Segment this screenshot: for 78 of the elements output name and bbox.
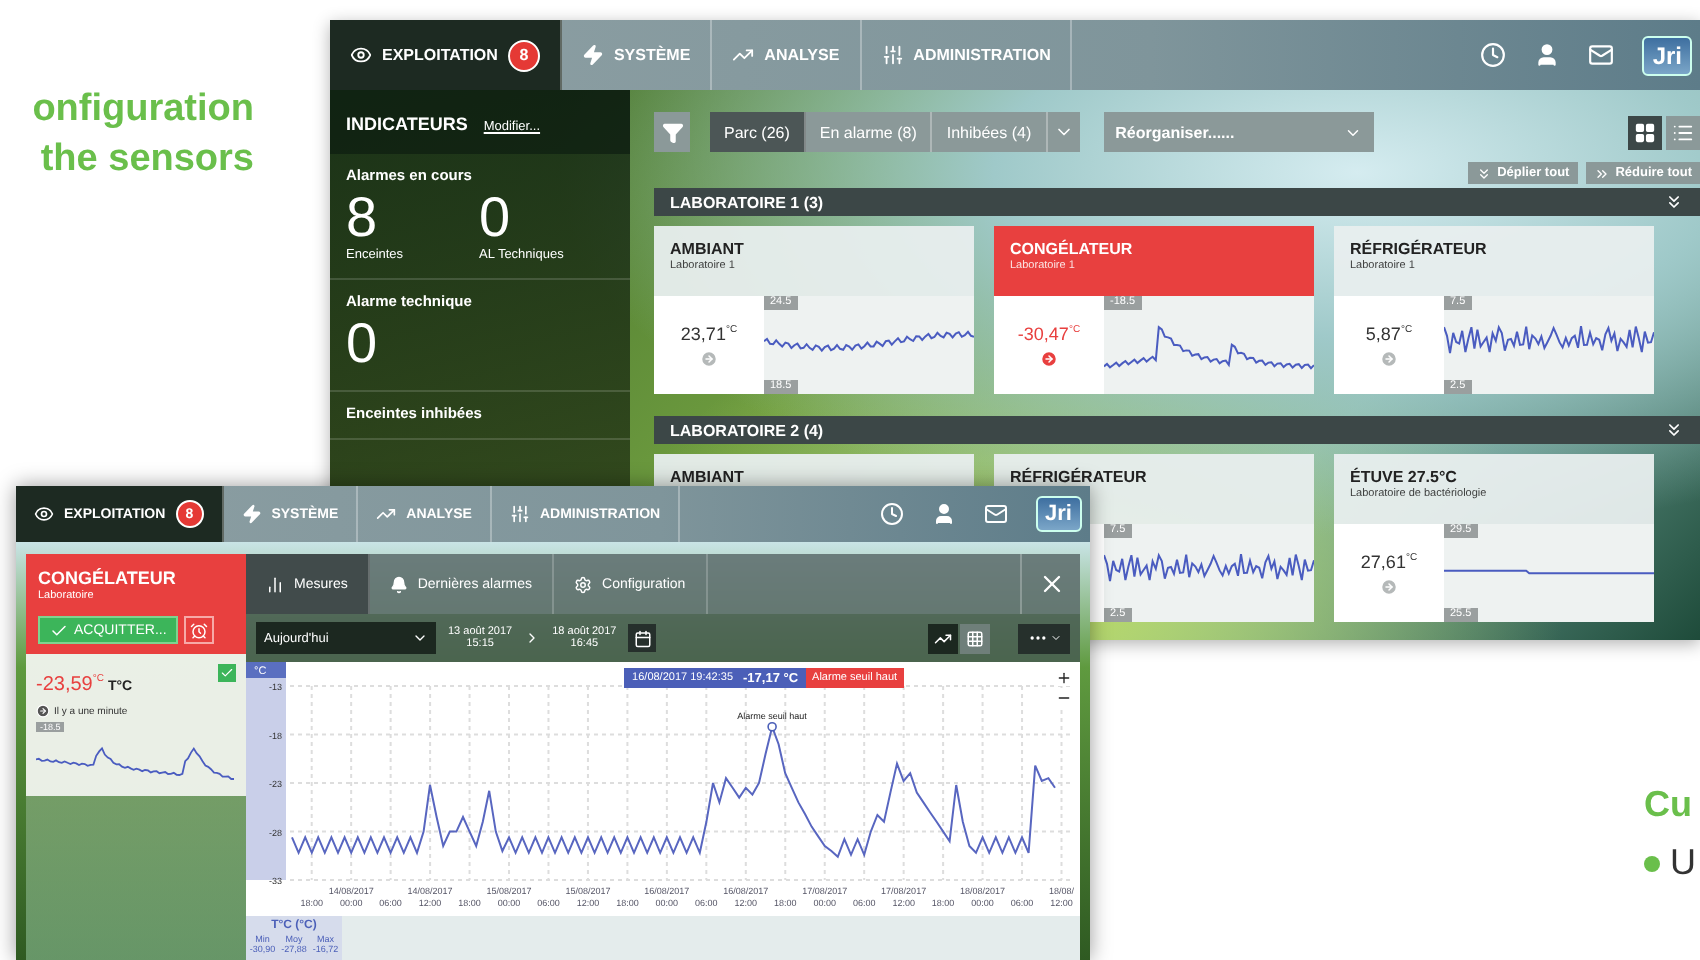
filter-tab[interactable]: Parc (26) bbox=[710, 112, 806, 152]
filter-button[interactable] bbox=[654, 112, 690, 152]
group-header[interactable]: LABORATOIRE 1 (3) bbox=[654, 188, 1700, 216]
sensor-title: CONGÉLATEUR bbox=[1010, 240, 1135, 258]
temperature-reading: 23,71$^{°C}$ bbox=[680, 323, 738, 343]
section-heading: Cu bbox=[1644, 784, 1694, 826]
table-button[interactable] bbox=[960, 623, 990, 653]
lightning-icon bbox=[241, 504, 262, 524]
bar-chart-icon bbox=[266, 575, 284, 593]
arrow-circle-icon bbox=[36, 704, 50, 718]
bullet-text: U bbox=[1670, 842, 1696, 884]
plus-icon bbox=[1055, 669, 1071, 685]
user-icon[interactable] bbox=[931, 502, 956, 526]
nav-tab[interactable]: EXPLOITATION 8 bbox=[330, 20, 562, 90]
calendar-icon bbox=[633, 629, 652, 647]
logo: Jri bbox=[1642, 35, 1692, 75]
list-icon bbox=[1672, 121, 1694, 143]
user-icon[interactable] bbox=[1534, 42, 1561, 68]
trend-line-icon bbox=[934, 629, 952, 647]
temperature-reading: -30,47$^{°C}$ bbox=[1017, 323, 1081, 343]
eye-icon bbox=[34, 504, 54, 524]
sliders-icon bbox=[509, 504, 530, 524]
heading-line: the sensors bbox=[40, 136, 254, 184]
y-axis-header bbox=[246, 662, 286, 678]
trend-line-icon bbox=[376, 504, 397, 524]
bell-icon bbox=[389, 575, 408, 593]
sensor-title: CONGÉLATEUR bbox=[38, 568, 178, 588]
chevrons-down-icon bbox=[1664, 192, 1684, 212]
settings-icon bbox=[574, 575, 593, 593]
clock-icon[interactable] bbox=[1480, 42, 1507, 68]
sliders-icon bbox=[881, 44, 904, 66]
filter-tab[interactable]: En alarme (8) bbox=[805, 112, 933, 152]
sensor-title: RÉFRIGÉRATEUR bbox=[1350, 240, 1489, 258]
chevrons-down-icon bbox=[1475, 165, 1492, 181]
alarm-count-badge: 8 bbox=[507, 39, 540, 71]
indicator-count: 0 bbox=[479, 188, 513, 248]
table-icon bbox=[966, 629, 984, 647]
alarm-clock-icon bbox=[190, 621, 209, 639]
sensor-title: RÉFRIGÉRATEUR bbox=[1010, 468, 1149, 486]
peak-marker bbox=[767, 721, 777, 732]
sensor-title: ÉTUVE 27.5°C bbox=[1350, 468, 1459, 486]
lightning-icon bbox=[581, 44, 604, 66]
filter-tab[interactable]: Inhibées (4) bbox=[932, 112, 1048, 152]
check-icon bbox=[50, 621, 68, 639]
more-options-button[interactable] bbox=[1018, 623, 1070, 653]
chevrons-right-icon bbox=[1593, 165, 1610, 181]
mail-icon[interactable] bbox=[1588, 42, 1615, 68]
check-icon bbox=[220, 666, 234, 680]
temperature-reading: -23,59$^{°C}$ bbox=[36, 674, 104, 696]
group-header[interactable]: LABORATOIRE 2 (4) bbox=[654, 416, 1700, 444]
grid-view-button[interactable] bbox=[1628, 115, 1662, 149]
sensor-title: AMBIANT bbox=[670, 240, 746, 258]
clock-icon[interactable] bbox=[879, 502, 904, 526]
alarm-clock-button[interactable] bbox=[184, 616, 215, 644]
line-chart-button[interactable] bbox=[928, 623, 958, 653]
reorganize-dropdown[interactable]: Réorganiser...... bbox=[1103, 112, 1374, 152]
eye-icon bbox=[350, 44, 372, 66]
caret-icon bbox=[1049, 632, 1061, 644]
temperature-reading: 5,87$^{°C}$ bbox=[1365, 323, 1413, 343]
calendar-button[interactable] bbox=[628, 624, 657, 652]
indicator-count: 0 bbox=[346, 314, 378, 374]
indicator-count: 8 bbox=[346, 188, 380, 248]
sensor-title: AMBIANT bbox=[670, 468, 746, 486]
group-title: LABORATOIRE 2 (4) bbox=[670, 421, 824, 439]
group-title: LABORATOIRE 1 (3) bbox=[670, 193, 824, 211]
grid-icon bbox=[1634, 121, 1656, 143]
chevrons-down-icon bbox=[1664, 420, 1684, 440]
arrow-circle-icon[interactable] bbox=[1040, 349, 1058, 367]
filter-icon bbox=[661, 121, 683, 143]
sidebar-title: INDICATEURS bbox=[346, 114, 468, 134]
checkbox[interactable] bbox=[218, 664, 236, 682]
caret-icon bbox=[412, 630, 428, 646]
bullet-dot bbox=[1644, 855, 1660, 871]
mail-icon[interactable] bbox=[983, 502, 1008, 526]
temperature-reading: 27,61$^{°C}$ bbox=[1360, 551, 1418, 571]
trend-line-icon bbox=[732, 44, 755, 66]
heading-line: onfiguration bbox=[32, 86, 254, 134]
logo: Jri bbox=[1035, 496, 1082, 532]
